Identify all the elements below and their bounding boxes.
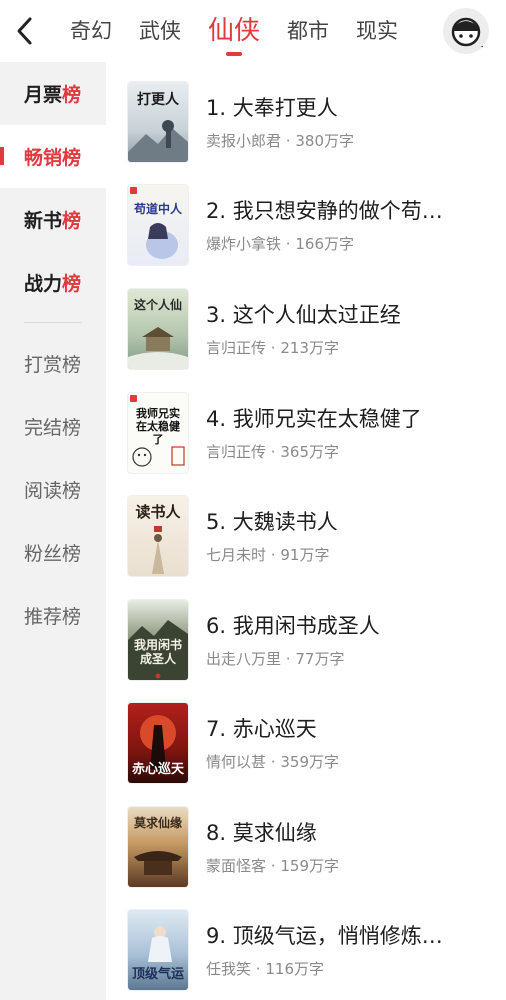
- book-meta: 七月未时 · 91万字: [206, 546, 330, 564]
- book-meta: 爆炸小拿铁 · 166万字: [206, 235, 354, 253]
- tab-wuxia[interactable]: 武侠: [139, 0, 181, 62]
- category-tabs: 奇幻 武侠 仙侠 都市 现实: [70, 0, 425, 62]
- book-cover: 打更人: [128, 82, 188, 162]
- cover-title: 这个人仙: [133, 298, 182, 312]
- sidebar-item-xinshu[interactable]: 新书榜: [0, 188, 106, 251]
- book-item[interactable]: 读书人 5. 大魏读书人 七月未时 · 91万字: [128, 496, 488, 576]
- book-title: 5. 大魏读书人: [206, 510, 338, 534]
- sidebar-item-zhanli[interactable]: 战力榜: [0, 251, 106, 314]
- tab-dushi[interactable]: 都市: [287, 0, 329, 62]
- book-item[interactable]: 赤心巡天 7. 赤心巡天 情何以甚 · 359万字: [128, 703, 488, 783]
- book-meta: 任我笑 · 116万字: [206, 960, 324, 978]
- chevron-left-icon[interactable]: [12, 14, 40, 48]
- book-cover: 我用闲书成圣人: [128, 600, 188, 680]
- sidebar-item-fensi[interactable]: 粉丝榜: [0, 521, 106, 584]
- book-item[interactable]: 这个人仙 3. 这个人仙太过正经 言归正传 · 213万字: [128, 289, 488, 369]
- book-item[interactable]: 苟道中人 2. 我只想安静的做个苟… 爆炸小拿铁 · 166万字: [128, 185, 488, 265]
- top-bar: 奇幻 武侠 仙侠 都市 现实: [0, 0, 506, 62]
- cover-title: 打更人: [137, 92, 179, 108]
- book-meta: 言归正传 · 213万字: [206, 339, 339, 357]
- book-item[interactable]: 我师兄实在太稳健了 4. 我师兄实在太稳健了 言归正传 · 365万字: [128, 393, 488, 473]
- book-meta: 出走八万里 · 77万字: [206, 650, 345, 668]
- tab-xianxia[interactable]: 仙侠: [208, 0, 260, 62]
- sidebar-item-changxiao[interactable]: 畅销榜: [0, 125, 106, 188]
- book-item[interactable]: 顶级气运 9. 顶级气运，悄悄修炼… 任我笑 · 116万字: [128, 910, 488, 990]
- sidebar-item-yuepiao[interactable]: 月票榜: [0, 62, 106, 125]
- sidebar-divider: [24, 322, 82, 323]
- book-title: 2. 我只想安静的做个苟…: [206, 199, 443, 223]
- book-cover: 赤心巡天: [128, 703, 188, 783]
- sidebar-item-yuedu[interactable]: 阅读榜: [0, 458, 106, 521]
- sidebar-item-tuijian[interactable]: 推荐榜: [0, 584, 106, 647]
- cover-title: 苟道中人: [133, 202, 182, 216]
- book-title: 9. 顶级气运，悄悄修炼…: [206, 924, 443, 948]
- rank-sidebar: 月票榜 畅销榜 新书榜 战力榜 打赏榜 完结榜 阅读榜 粉丝榜 推荐榜: [0, 62, 106, 1000]
- book-cover: 这个人仙: [128, 289, 188, 369]
- sidebar-item-wanjie[interactable]: 完结榜: [0, 395, 106, 458]
- book-cover: 莫求仙缘: [128, 807, 188, 887]
- cover-title: 赤心巡天: [131, 762, 184, 777]
- book-title: 4. 我师兄实在太稳健了: [206, 407, 422, 431]
- cover-title: 我师兄实在太稳健了: [136, 407, 180, 446]
- book-meta: 情何以甚 · 359万字: [206, 753, 339, 771]
- book-cover: 顶级气运: [128, 910, 188, 990]
- book-meta: 蒙面怪客 · 159万字: [206, 857, 339, 875]
- book-cover: 苟道中人: [128, 185, 188, 265]
- cover-title: 我用闲书成圣人: [133, 638, 182, 666]
- book-meta: 卖报小郎君 · 380万字: [206, 132, 354, 150]
- book-item[interactable]: 打更人 1. 大奉打更人 卖报小郎君 · 380万字: [128, 82, 488, 162]
- book-title: 7. 赤心巡天: [206, 717, 317, 741]
- book-cover: 我师兄实在太稳健了: [128, 393, 188, 473]
- book-item[interactable]: 莫求仙缘 8. 莫求仙缘 蒙面怪客 · 159万字: [128, 807, 488, 887]
- sidebar-item-dashang[interactable]: 打赏榜: [0, 332, 106, 395]
- cover-title: 读书人: [135, 503, 181, 521]
- book-title: 8. 莫求仙缘: [206, 821, 317, 845]
- tab-xianshi[interactable]: 现实: [356, 0, 398, 62]
- book-meta: 言归正传 · 365万字: [206, 443, 339, 461]
- book-cover: 读书人: [128, 496, 188, 576]
- book-item[interactable]: 我用闲书成圣人 6. 我用闲书成圣人 出走八万里 · 77万字: [128, 600, 488, 680]
- book-title: 3. 这个人仙太过正经: [206, 303, 401, 327]
- user-avatar-icon[interactable]: [443, 8, 489, 54]
- book-title: 6. 我用闲书成圣人: [206, 614, 380, 638]
- cover-title: 顶级气运: [131, 967, 184, 982]
- tab-qihuan[interactable]: 奇幻: [70, 0, 112, 62]
- cover-title: 莫求仙缘: [133, 816, 182, 830]
- book-title: 1. 大奉打更人: [206, 96, 338, 120]
